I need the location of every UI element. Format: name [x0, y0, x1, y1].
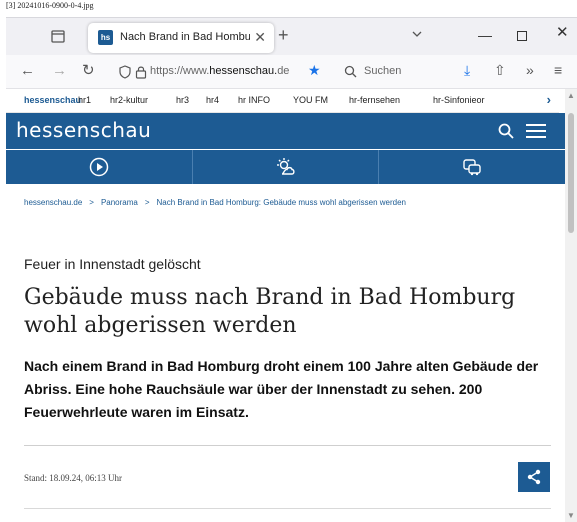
browser-tab-bar: hs Nach Brand in Bad Homburg: G ✕ + — ✕	[6, 17, 577, 55]
divider	[24, 508, 551, 509]
search-icon	[344, 65, 357, 78]
share-icon	[527, 469, 541, 485]
weather-icon	[276, 158, 295, 175]
bookmark-item[interactable]: hr-Sinfonieor	[433, 95, 485, 105]
bookmark-item[interactable]: hr1	[78, 95, 91, 105]
site-header: hessenschau	[6, 113, 565, 149]
search-icon[interactable]	[498, 123, 514, 139]
site-logo[interactable]: hessenschau	[16, 118, 151, 142]
url-bar[interactable]: https://www.hessenschau.de	[114, 59, 334, 85]
back-button[interactable]: ←	[20, 61, 35, 81]
article-kicker: Feuer in Innenstadt gelöscht	[24, 256, 201, 272]
share-button[interactable]	[518, 462, 550, 492]
breadcrumb-item[interactable]: hessenschau.de	[24, 198, 82, 207]
bookmark-item[interactable]: hr INFO	[238, 95, 270, 105]
window-close-button[interactable]: ✕	[556, 24, 569, 42]
search-placeholder: Suchen	[364, 65, 402, 77]
breadcrumb-separator: >	[89, 198, 94, 207]
url-tld: de	[277, 65, 290, 77]
new-tab-button[interactable]: +	[278, 25, 289, 45]
file-label: [3] 20241016-0900-0-4.jpg	[6, 1, 94, 10]
bookmark-item[interactable]: hr3	[176, 95, 189, 105]
browser-tab-active[interactable]: hs Nach Brand in Bad Homburg: G ✕	[88, 23, 274, 53]
article-headline: Gebäude muss nach Brand in Bad Homburg w…	[24, 285, 516, 338]
tab-close-icon[interactable]: ✕	[254, 29, 266, 45]
breadcrumb: hessenschau.de > Panorama > Nach Brand in Ba…	[24, 198, 406, 207]
breadcrumb-item[interactable]: Nach Brand in Bad Homburg: Gebäude muss …	[157, 198, 406, 207]
chevron-down-icon[interactable]	[410, 27, 424, 41]
reload-button[interactable]: ↻	[82, 61, 95, 81]
window-minimize-button[interactable]: —	[478, 27, 492, 43]
page-scrollbar[interactable]: ▲ ▼	[565, 89, 577, 522]
tab-list-icon[interactable]	[50, 28, 66, 44]
article-teaser: Nach einem Brand in Bad Homburg droht ei…	[24, 358, 539, 420]
browser-search-box[interactable]: Suchen	[336, 59, 444, 85]
overflow-icon[interactable]: »	[526, 61, 534, 79]
forward-button[interactable]: →	[52, 61, 67, 81]
scroll-thumb[interactable]	[568, 113, 574, 233]
url-prefix: https://www.	[150, 65, 210, 77]
nav-item-live[interactable]	[6, 150, 193, 184]
breadcrumb-separator: >	[144, 198, 150, 207]
breadcrumb-item[interactable]: Panorama	[101, 198, 138, 207]
nav-item-traffic[interactable]	[379, 150, 565, 184]
bookmark-item[interactable]: YOU FM	[293, 95, 328, 105]
site-bookmarks-bar: hessenschau hr1 hr2-kultur hr3 hr4 hr IN…	[6, 89, 559, 113]
share-icon[interactable]: ⇧	[494, 61, 506, 79]
menu-icon[interactable]: ≡	[554, 61, 562, 79]
url-text[interactable]: https://www.hessenschau.de	[150, 65, 318, 77]
play-icon	[89, 157, 109, 177]
url-domain: hessenschau.	[209, 65, 278, 77]
hamburger-menu-icon[interactable]	[526, 124, 546, 138]
bookmarks-more-icon[interactable]: ›	[547, 92, 551, 107]
bookmark-item[interactable]: hr-fernsehen	[349, 95, 400, 105]
window-maximize-button[interactable]	[517, 31, 527, 41]
scroll-up-icon[interactable]: ▲	[567, 91, 575, 100]
divider	[24, 445, 551, 446]
traffic-icon	[463, 159, 481, 176]
site-nav	[6, 150, 565, 184]
shield-icon[interactable]	[118, 65, 132, 79]
lock-icon[interactable]	[135, 65, 147, 79]
download-icon[interactable]: ⤓	[464, 61, 470, 79]
bookmark-item[interactable]: hr4	[206, 95, 219, 105]
article-timestamp: Stand: 18.09.24, 06:13 Uhr	[24, 473, 122, 483]
scroll-down-icon[interactable]: ▼	[567, 511, 575, 520]
browser-nav-bar: ← → ↻ https://www.hessenschau.de ★ Suche…	[6, 55, 577, 89]
tab-title: Nach Brand in Bad Homburg: G	[120, 31, 250, 43]
nav-item-weather[interactable]	[193, 150, 380, 184]
bookmark-item[interactable]: hr2-kultur	[110, 95, 148, 105]
hessenschau-favicon-icon: hs	[98, 30, 113, 45]
bookmark-item[interactable]: hessenschau	[24, 95, 81, 105]
bookmark-star-icon[interactable]: ★	[308, 62, 321, 78]
